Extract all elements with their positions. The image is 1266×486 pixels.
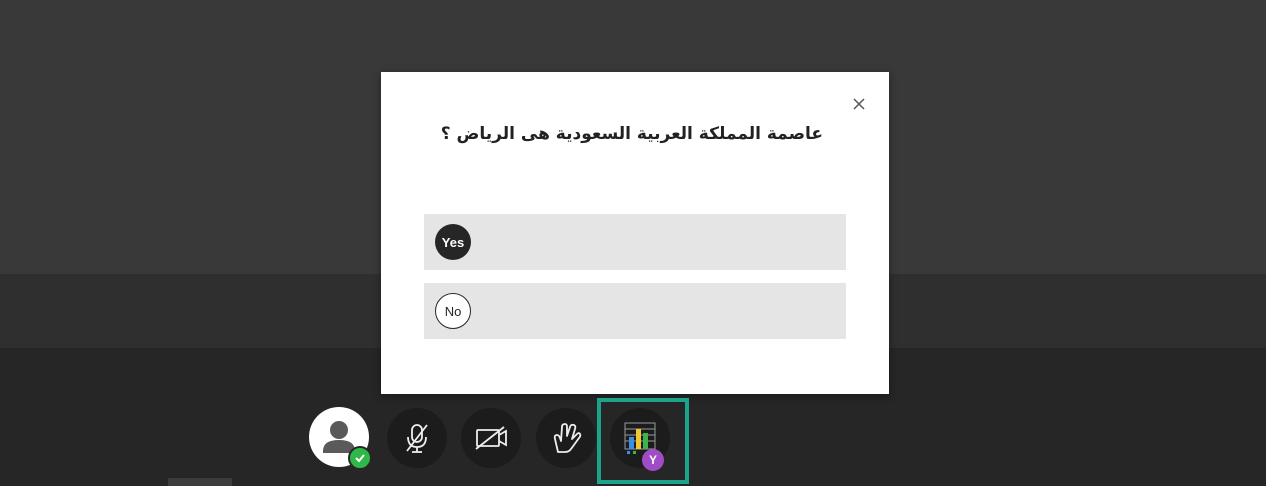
poll-answer-yes[interactable]: Yes bbox=[424, 214, 846, 270]
close-button[interactable] bbox=[847, 92, 871, 116]
status-badge bbox=[348, 446, 372, 470]
poll-question: عاصمة المملكة العربية السعودية هى الرياض… bbox=[440, 124, 823, 144]
microphone-off-icon bbox=[406, 424, 428, 453]
raise-hand-button[interactable] bbox=[536, 408, 596, 468]
scroll-strip bbox=[168, 478, 232, 486]
poll-badge: Y bbox=[642, 449, 664, 471]
close-icon bbox=[853, 98, 865, 110]
answer-option-label-yes: Yes bbox=[435, 224, 471, 260]
camera-off-icon bbox=[475, 426, 507, 450]
microphone-button[interactable] bbox=[387, 408, 447, 468]
answer-option-label-no: No bbox=[435, 293, 471, 329]
checkmark-icon bbox=[355, 454, 365, 463]
raise-hand-icon bbox=[553, 423, 582, 453]
camera-button[interactable] bbox=[461, 408, 521, 468]
poll-dialog: عاصمة المملكة العربية السعودية هى الرياض… bbox=[381, 72, 889, 394]
poll-answer-no[interactable]: No bbox=[424, 283, 846, 339]
